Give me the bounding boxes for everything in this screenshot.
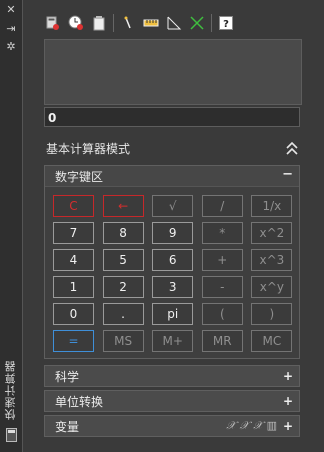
key-cube[interactable]: x^3 bbox=[251, 249, 293, 271]
key-power[interactable]: x^y bbox=[251, 276, 293, 298]
palette-title-bar: ✕ ⇥ ✲ 快速计算器 bbox=[0, 0, 23, 452]
key-clear[interactable]: C bbox=[53, 195, 94, 217]
variables-section[interactable]: 变量 𝒳 𝒳 𝒳 ▥ + bbox=[44, 415, 300, 437]
mode-title: 基本计算器模式 bbox=[46, 142, 131, 156]
keypad-toggle[interactable]: − bbox=[282, 167, 293, 182]
key-decimal[interactable]: . bbox=[102, 303, 144, 325]
input-field[interactable]: 0 bbox=[44, 107, 300, 127]
key-memory-recall[interactable]: MR bbox=[201, 330, 243, 352]
key-2[interactable]: 2 bbox=[102, 276, 144, 298]
key-pi[interactable]: pi bbox=[152, 303, 194, 325]
help-icon[interactable]: ? bbox=[217, 14, 235, 32]
key-7[interactable]: 7 bbox=[53, 222, 94, 244]
key-open-paren[interactable]: ( bbox=[201, 303, 243, 325]
units-title: 单位转换 bbox=[55, 394, 104, 409]
key-9[interactable]: 9 bbox=[152, 222, 194, 244]
key-minus[interactable]: - bbox=[201, 276, 243, 298]
history-display bbox=[44, 39, 302, 105]
keypad-grid: C ← √ / 1/x 7 8 9 * x^2 4 5 6 + x^3 1 2 … bbox=[53, 195, 293, 352]
key-sqrt[interactable]: √ bbox=[152, 195, 194, 217]
collapse-strip-icon[interactable]: ⇥ bbox=[4, 22, 18, 36]
key-equals[interactable]: = bbox=[53, 330, 94, 352]
clear-icon[interactable] bbox=[44, 14, 62, 32]
variables-toggle[interactable]: + bbox=[283, 419, 293, 433]
calculator-variable-icon[interactable]: ▥ bbox=[267, 419, 277, 433]
close-icon[interactable]: ✕ bbox=[4, 3, 18, 17]
delete-variable-icon[interactable]: 𝒳 bbox=[253, 419, 262, 433]
key-1[interactable]: 1 bbox=[53, 276, 94, 298]
science-title: 科学 bbox=[55, 369, 80, 384]
variables-header[interactable]: 变量 𝒳 𝒳 𝒳 ▥ + bbox=[45, 416, 299, 436]
key-divide[interactable]: / bbox=[201, 195, 243, 217]
key-5[interactable]: 5 bbox=[102, 249, 144, 271]
angle-icon[interactable] bbox=[165, 14, 183, 32]
key-3[interactable]: 3 bbox=[152, 276, 194, 298]
toolbar: ? bbox=[44, 13, 240, 33]
units-section[interactable]: 单位转换 + bbox=[44, 390, 300, 412]
units-header[interactable]: 单位转换 + bbox=[45, 391, 299, 411]
key-backspace[interactable]: ← bbox=[102, 195, 144, 217]
edit-variable-icon[interactable]: 𝒳 bbox=[240, 419, 249, 433]
calculator-icon bbox=[6, 428, 17, 442]
history-icon[interactable] bbox=[67, 14, 85, 32]
settings-icon[interactable]: ✲ bbox=[4, 40, 18, 54]
variable-tools: 𝒳 𝒳 𝒳 ▥ bbox=[226, 419, 277, 433]
svg-text:?: ? bbox=[223, 19, 229, 30]
key-0[interactable]: 0 bbox=[53, 303, 94, 325]
keypad-header[interactable]: 数字键区 − bbox=[45, 166, 299, 187]
science-toggle[interactable]: + bbox=[283, 369, 293, 383]
key-6[interactable]: 6 bbox=[152, 249, 194, 271]
number-keypad: 数字键区 − C ← √ / 1/x 7 8 9 * x^2 4 5 6 + x… bbox=[44, 165, 300, 359]
new-variable-icon[interactable]: 𝒳 bbox=[226, 419, 235, 433]
key-multiply[interactable]: * bbox=[201, 222, 243, 244]
chevron-up-double-icon[interactable] bbox=[285, 140, 299, 156]
units-toggle[interactable]: + bbox=[283, 394, 293, 408]
quickcalc-panel: ? 0 基本计算器模式 数字键区 − C ← √ / 1/x 7 8 9 * x… bbox=[22, 0, 324, 452]
keypad-title: 数字键区 bbox=[55, 169, 104, 184]
toolbar-separator bbox=[113, 14, 114, 32]
key-4[interactable]: 4 bbox=[53, 249, 94, 271]
key-memory-clear[interactable]: MC bbox=[251, 330, 293, 352]
key-8[interactable]: 8 bbox=[102, 222, 144, 244]
science-section[interactable]: 科学 + bbox=[44, 365, 300, 387]
measure-icon[interactable] bbox=[142, 14, 160, 32]
palette-title: 快速计算器 bbox=[4, 360, 17, 420]
key-square[interactable]: x^2 bbox=[251, 222, 293, 244]
toolbar-separator-2 bbox=[211, 14, 212, 32]
paste-to-command-icon[interactable] bbox=[90, 14, 108, 32]
distance-icon[interactable] bbox=[119, 14, 137, 32]
intersection-icon[interactable] bbox=[188, 14, 206, 32]
key-close-paren[interactable]: ) bbox=[251, 303, 293, 325]
key-memory-add[interactable]: M+ bbox=[152, 330, 194, 352]
variables-title: 变量 bbox=[55, 419, 80, 434]
key-reciprocal[interactable]: 1/x bbox=[251, 195, 293, 217]
science-header[interactable]: 科学 + bbox=[45, 366, 299, 386]
key-plus[interactable]: + bbox=[201, 249, 243, 271]
key-memory-store[interactable]: MS bbox=[102, 330, 144, 352]
